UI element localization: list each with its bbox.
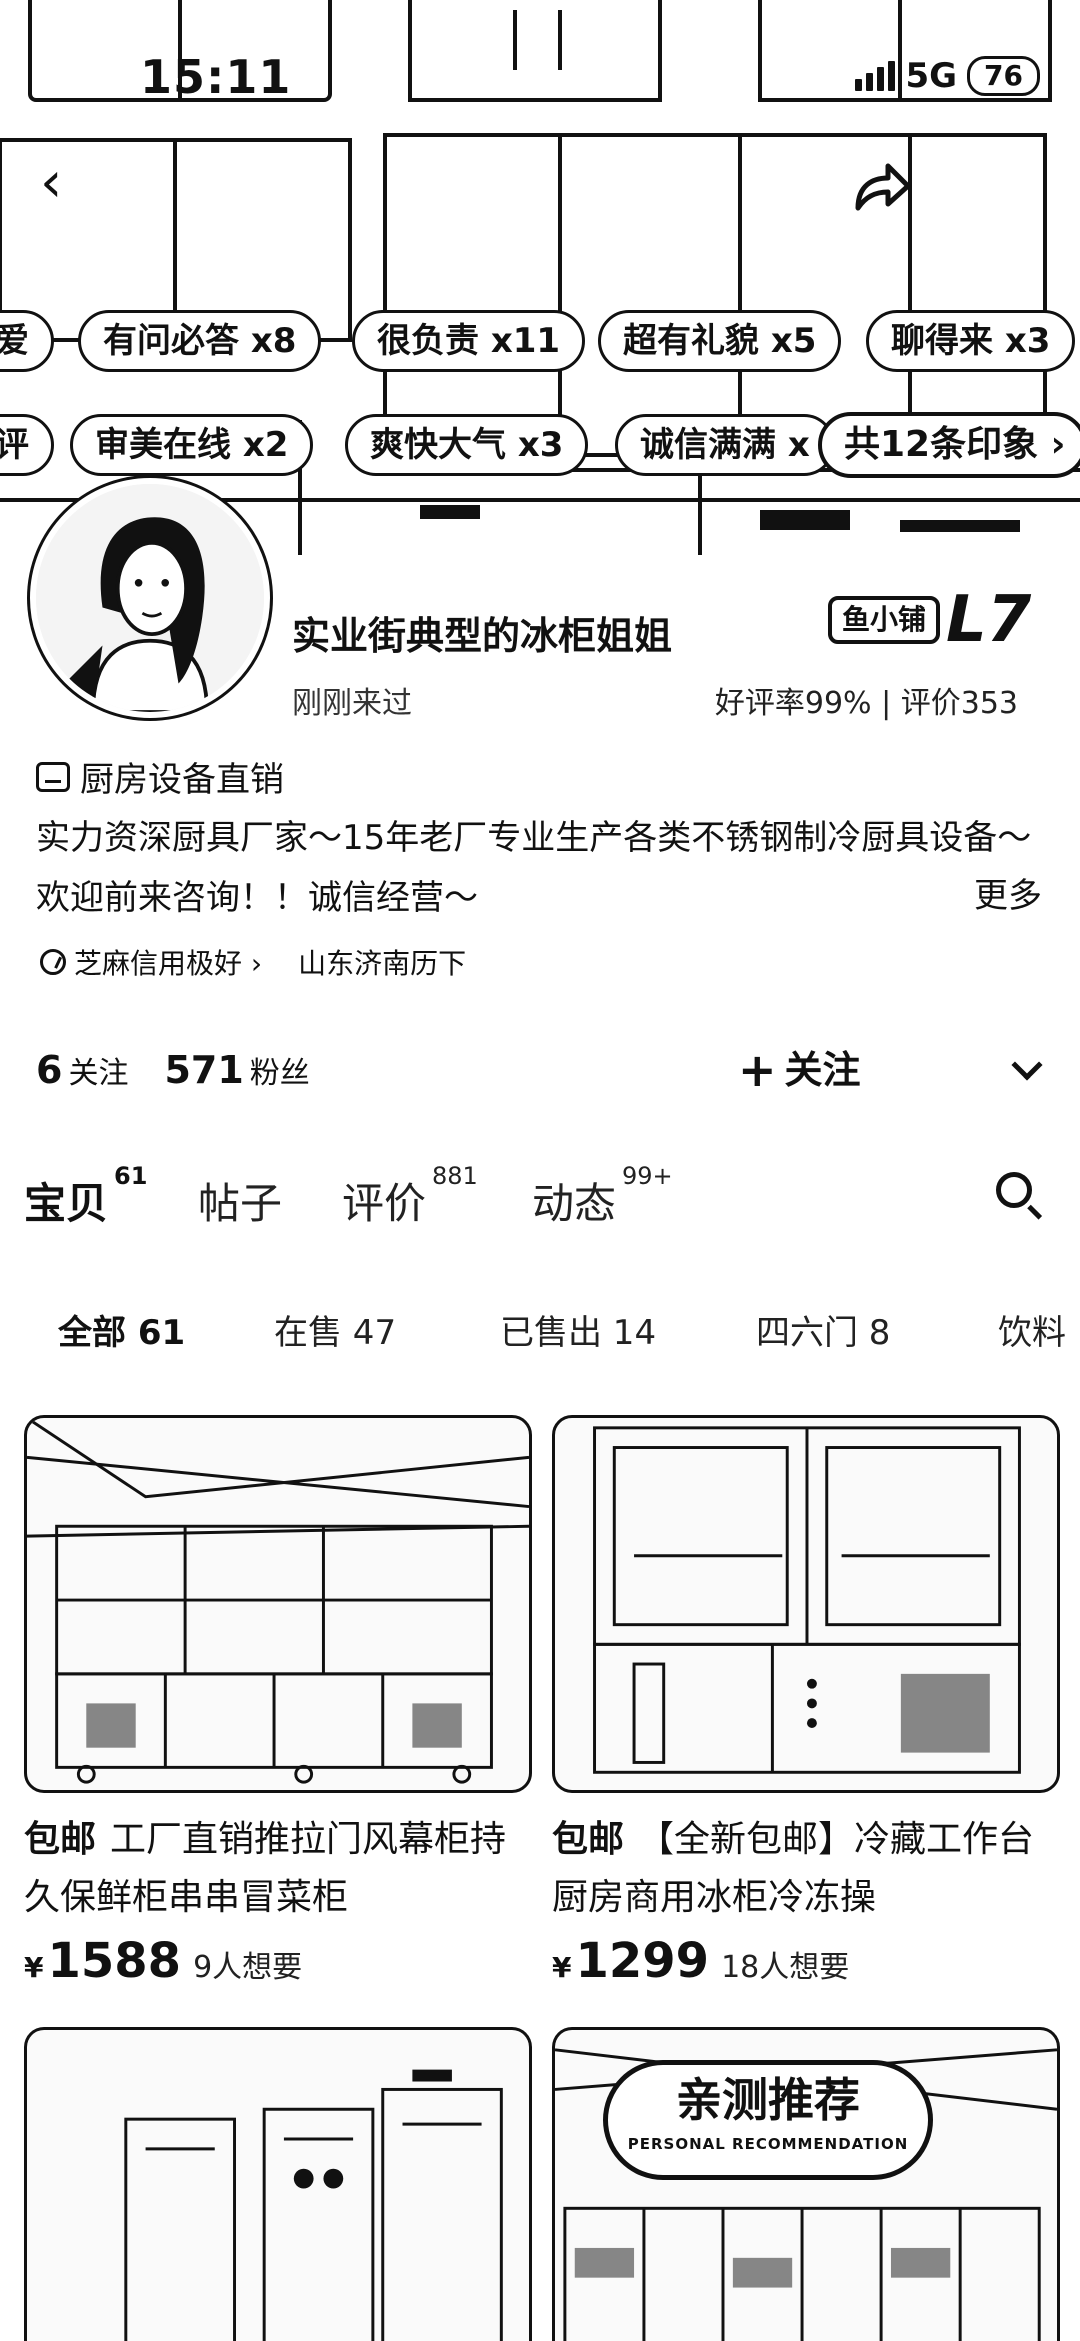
recommendation-badge: 亲测推荐 PERSONAL RECOMMENDATION: [603, 2060, 933, 2180]
search-icon[interactable]: [996, 1172, 1044, 1220]
bio-more-button[interactable]: 更多: [974, 868, 1042, 917]
filter-on-sale[interactable]: 在售 47: [274, 1305, 396, 1354]
share-button[interactable]: [848, 160, 918, 220]
avatar-photo: [36, 484, 264, 712]
shop-icon: [36, 761, 70, 792]
product-card[interactable]: 亲测推荐 PERSONAL RECOMMENDATION: [552, 2027, 1060, 2341]
filter-all[interactable]: 全部 61: [58, 1305, 185, 1354]
shop-name: 实业街典型的冰柜姐姐: [292, 614, 673, 658]
following-count[interactable]: 6: [36, 1048, 62, 1092]
filter-drinks[interactable]: 饮料: [998, 1305, 1066, 1354]
location: 山东济南历下: [298, 947, 467, 980]
product-title: 包邮 【全新包邮】冷藏工作台厨房商用冰柜冷冻操: [552, 1811, 1060, 1927]
chevron-down-icon[interactable]: [1011, 1049, 1043, 1081]
impression-chip[interactable]: 审美在线 x2: [70, 414, 314, 476]
impression-chip[interactable]: 很负责 x11: [352, 310, 586, 372]
free-shipping-tag: 包邮: [552, 1819, 625, 1860]
recommendation-subtitle: PERSONAL RECOMMENDATION: [627, 2135, 909, 2153]
rating-summary[interactable]: 好评率99% | 评价353: [715, 678, 1018, 722]
currency-symbol: ¥: [552, 1951, 572, 1984]
price-row: ¥ 1588 9人想要: [24, 1933, 532, 1989]
product-card[interactable]: 包邮 【全新包邮】冷藏工作台厨房商用冰柜冷冻操 ¥ 1299 18人想要: [552, 1415, 1060, 1989]
free-shipping-tag: 包邮: [24, 1819, 97, 1860]
category-label: 厨房设备直销: [80, 760, 284, 800]
tab-label: 动态: [532, 1179, 617, 1228]
status-indicators: 5G 76: [855, 56, 1040, 96]
shop-category: 厨房设备直销: [36, 752, 284, 801]
back-button[interactable]: ‹: [40, 155, 100, 215]
filter-sold[interactable]: 已售出 14: [500, 1305, 656, 1354]
impressions-more-button[interactable]: 共12条印象 ›: [818, 412, 1080, 478]
tab-count: 99+: [622, 1162, 673, 1190]
network-type: 5G: [905, 56, 958, 96]
follow-row: 6 关注 571 粉丝 + 关注: [36, 1040, 1046, 1100]
credit-link[interactable]: 芝麻信用极好 ›: [40, 942, 262, 982]
impression-chip[interactable]: 有问必答 x8: [78, 310, 322, 372]
main-tabs: 宝贝61 帖子 评价881 动态99+: [24, 1162, 1054, 1250]
product-card[interactable]: 包邮 工厂直销推拉门风幕柜持久保鲜柜串串冒菜柜 ¥ 1588 9人想要: [24, 1415, 532, 1989]
product-title: 包邮 工厂直销推拉门风幕柜持久保鲜柜串串冒菜柜: [24, 1811, 532, 1927]
tab-reviews[interactable]: 评价881: [342, 1162, 478, 1231]
product-image: [124, 2069, 503, 2341]
following-label[interactable]: 关注: [68, 1048, 128, 1092]
want-count: 18人想要: [721, 1950, 850, 1985]
seller-level: L7: [946, 583, 1032, 657]
status-time: 15:11: [140, 50, 292, 104]
hero-banner: 15:11 5G 76 ‹ 爱 有问必答 x8 很负责 x11 超有礼貌 x5 …: [0, 0, 1080, 555]
product-price: 1588: [47, 1933, 182, 1989]
impression-chip[interactable]: 聊得来 x3: [866, 310, 1076, 372]
last-seen: 刚刚来过: [292, 686, 412, 721]
fans-label[interactable]: 粉丝: [250, 1048, 310, 1092]
filter-four-six-door[interactable]: 四六门 8: [756, 1305, 890, 1354]
product-image: [24, 1415, 532, 1793]
follow-button[interactable]: + 关注: [738, 1040, 861, 1100]
product-name: 【全新包邮】冷藏工作台厨房商用冰柜冷冻操: [552, 1819, 1035, 1918]
tab-count: 61: [114, 1162, 148, 1190]
impression-chip[interactable]: 爽快大气 x3: [345, 414, 589, 476]
tab-label: 帖子: [198, 1179, 283, 1228]
currency-symbol: ¥: [24, 1951, 44, 1984]
tab-posts[interactable]: 帖子: [198, 1170, 282, 1231]
impression-chip[interactable]: 超有礼貌 x5: [598, 310, 842, 372]
badge-label: 鱼小铺: [828, 596, 941, 644]
tab-count: 881: [432, 1162, 478, 1190]
tab-items[interactable]: 宝贝61: [24, 1162, 147, 1231]
share-icon: [855, 163, 911, 211]
credit-location-row: 芝麻信用极好 › 山东济南历下: [40, 942, 466, 982]
sesame-credit-icon: [40, 949, 66, 975]
plus-icon: +: [738, 1043, 777, 1097]
credit-label: 芝麻信用极好 ›: [74, 947, 263, 980]
follow-label: 关注: [784, 1048, 861, 1092]
avatar[interactable]: [30, 478, 270, 718]
seller-badge[interactable]: 鱼小铺 L7: [828, 588, 1031, 652]
product-image: [552, 1415, 1060, 1793]
price-row: ¥ 1299 18人想要: [552, 1933, 1060, 1989]
product-card[interactable]: [24, 2027, 532, 2341]
product-price: 1299: [575, 1933, 710, 1989]
tab-label: 宝贝: [24, 1179, 109, 1228]
shop-bio: 实力资深厨具厂家～15年老厂专业生产各类不锈钢制冷厨具设备～欢迎前来咨询！！诚信…: [36, 818, 1032, 918]
tab-label: 评价: [342, 1179, 427, 1228]
product-name: 工厂直销推拉门风幕柜持久保鲜柜串串冒菜柜: [24, 1819, 507, 1918]
signal-icon: [855, 61, 896, 91]
tab-updates[interactable]: 动态99+: [532, 1162, 673, 1231]
want-count: 9人想要: [193, 1950, 303, 1985]
fans-count[interactable]: 571: [164, 1048, 243, 1092]
item-filters: 全部 61 在售 47 已售出 14 四六门 8 饮料: [0, 1305, 1080, 1365]
impression-chip[interactable]: 诚信满满 x: [615, 414, 835, 476]
recommendation-title: 亲测推荐: [676, 2073, 860, 2127]
battery-icon: 76: [967, 56, 1040, 96]
